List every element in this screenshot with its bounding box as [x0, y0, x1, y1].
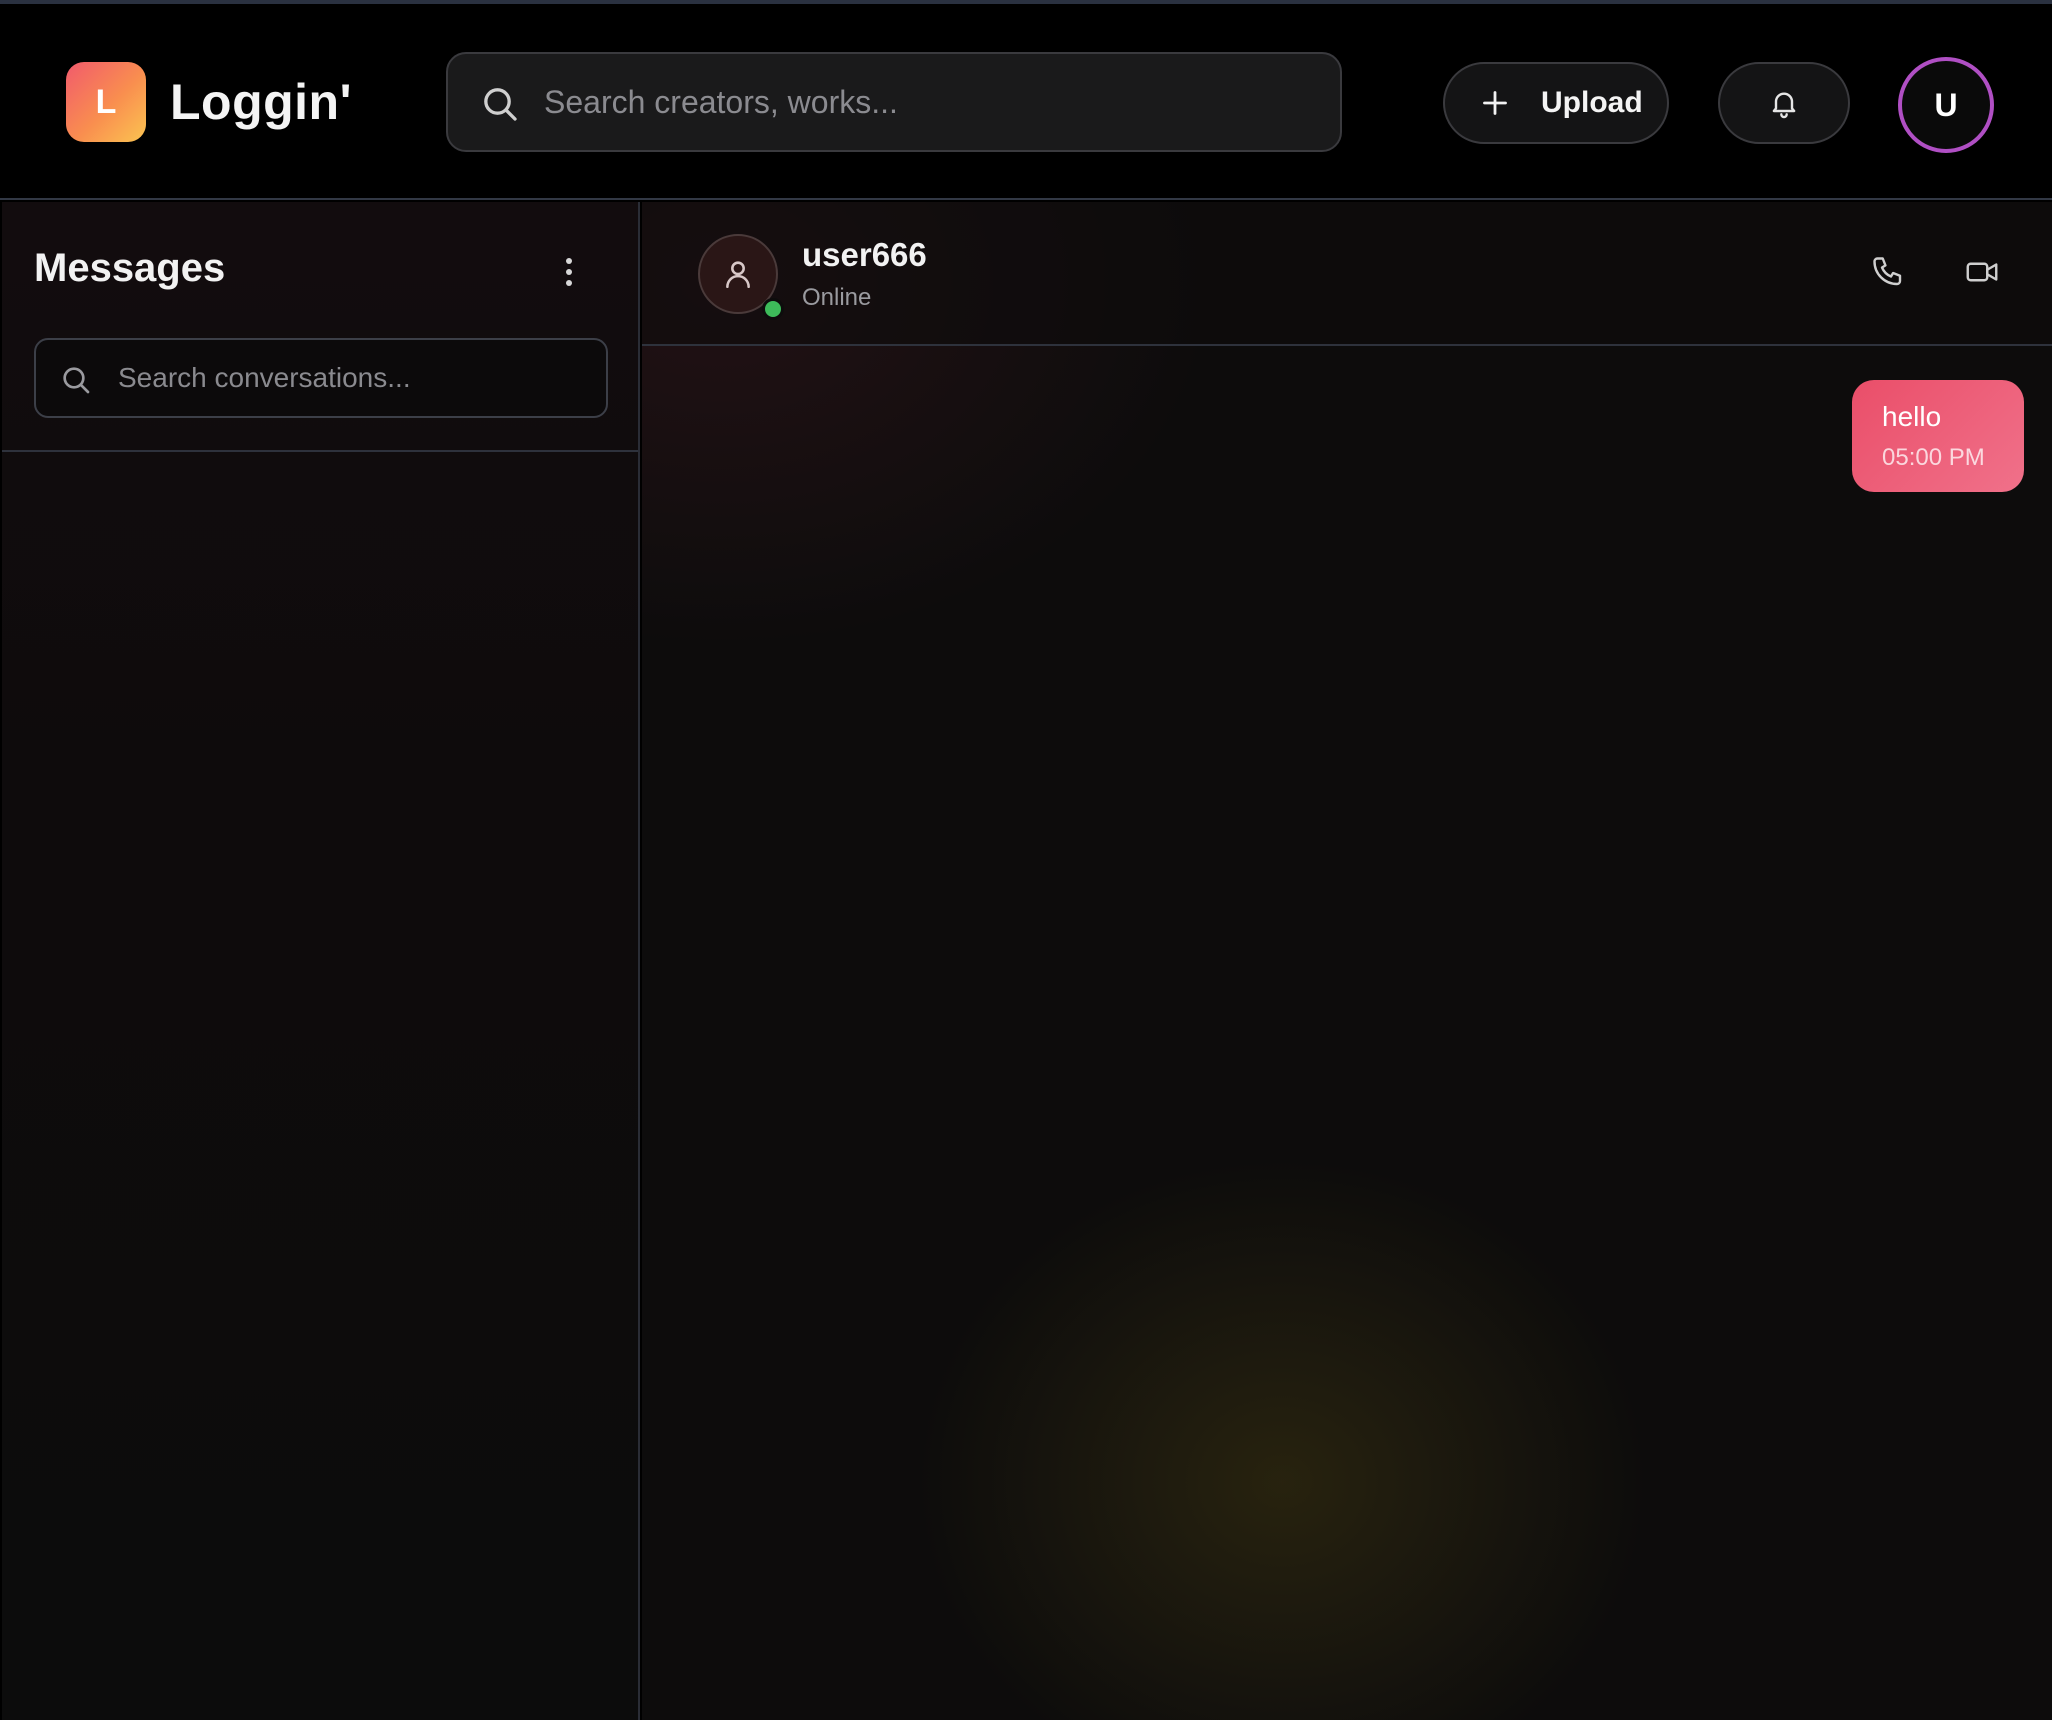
- conversations-sidebar: Messages: [2, 202, 640, 1720]
- phone-icon[interactable]: [1870, 254, 1906, 290]
- more-options-icon[interactable]: [554, 252, 584, 292]
- message-bubble-outgoing[interactable]: hello 05:00 PM: [1852, 380, 2024, 492]
- notifications-button[interactable]: [1718, 62, 1850, 144]
- conversation-search-box[interactable]: [34, 338, 608, 418]
- message-time: 05:00 PM: [1882, 444, 1985, 471]
- contact-name[interactable]: user666: [802, 236, 927, 274]
- sidebar-header: Messages: [2, 202, 638, 452]
- messages-title: Messages: [34, 246, 226, 290]
- top-navbar: L Loggin' Upload U: [0, 4, 2052, 200]
- upload-label: Upload: [1541, 86, 1643, 119]
- video-camera-icon[interactable]: [1964, 254, 2000, 290]
- conversation-search-input[interactable]: [118, 340, 598, 416]
- contact-status: Online: [802, 284, 872, 311]
- bell-icon: [1772, 92, 1796, 119]
- message-text: hello: [1882, 401, 1942, 432]
- global-search-box[interactable]: [446, 52, 1342, 152]
- chat-header: user666 Online: [642, 202, 2052, 346]
- user-avatar-button[interactable]: U: [1898, 57, 1994, 153]
- app-name[interactable]: Loggin': [170, 72, 352, 132]
- upload-button[interactable]: Upload: [1443, 62, 1669, 144]
- search-icon: [484, 88, 517, 121]
- plus-icon: [1483, 91, 1507, 115]
- global-search-input[interactable]: [544, 54, 1324, 150]
- user-icon: [726, 261, 750, 289]
- chat-panel: user666 Online hello 05:00 PM: [642, 202, 2052, 1720]
- online-status-dot: [762, 298, 784, 320]
- logo-badge[interactable]: L: [66, 62, 146, 142]
- search-icon: [63, 367, 90, 394]
